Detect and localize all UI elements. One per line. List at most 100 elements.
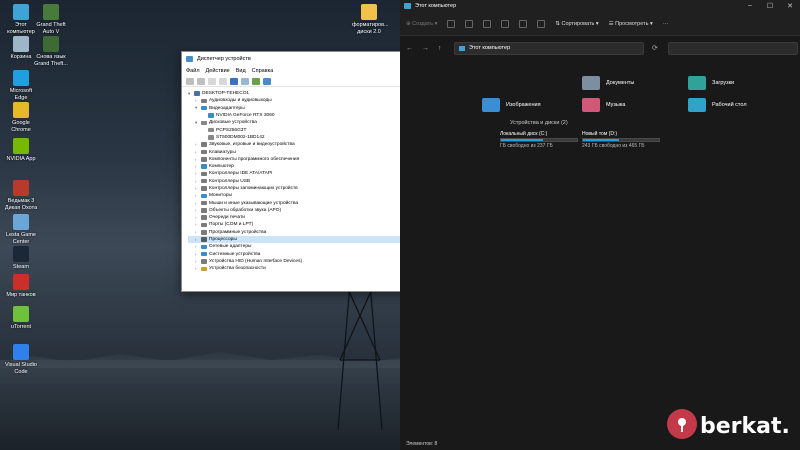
tree-node-label: Очереди печати [209, 215, 245, 221]
desktop-icon-label: Microsoft Edge [9, 88, 33, 101]
computer-icon [459, 45, 465, 51]
create-button[interactable]: ⊕ Создать ▾ [406, 21, 437, 27]
share-icon[interactable] [519, 19, 528, 28]
tree-node-label: Системные устройства [209, 251, 261, 257]
monitor-icon[interactable] [263, 77, 271, 85]
app-icon [13, 138, 29, 154]
address-bar[interactable]: Этот компьютер [454, 41, 644, 55]
desktop-icon[interactable]: uTorrent [4, 306, 38, 331]
tree-node-label: DESKTOP-TEHECO1 [202, 91, 250, 97]
back-icon[interactable] [186, 77, 194, 85]
drive-usage-fill [501, 139, 543, 141]
tree-node-label: Сетевые адаптеры [209, 244, 252, 250]
forward-arrow-icon[interactable]: → [422, 45, 430, 52]
desktop-icon-label: Этот компьютер [7, 22, 35, 35]
desktop-icon[interactable]: NVIDIA App [4, 138, 38, 163]
device-icon [201, 149, 207, 155]
computer-icon [404, 3, 411, 9]
scan-hardware-icon[interactable] [252, 77, 260, 85]
rename-icon[interactable] [501, 19, 510, 28]
maximize-button[interactable]: ☐ [760, 2, 780, 10]
more-button[interactable]: ··· [663, 21, 669, 27]
desktop-icon[interactable]: Снова язык Grand Theft... [34, 36, 68, 67]
device-icon [201, 208, 207, 213]
desktop-icon-label: Steam [13, 264, 29, 270]
desktop-icon[interactable]: Google Chrome [4, 102, 38, 133]
drive-item[interactable]: Локальный диск (C:) ГБ свободно из 237 ГБ [500, 131, 578, 149]
close-button[interactable]: ✕ [780, 2, 800, 10]
drives-header: Устройства и диски (2) [510, 120, 568, 126]
app-icon [13, 102, 29, 118]
desktop-icon[interactable]: Steam [4, 246, 38, 271]
forward-icon[interactable] [197, 77, 205, 85]
folder-icon [582, 76, 600, 90]
update-driver-icon[interactable] [241, 77, 249, 85]
delete-icon[interactable] [537, 19, 546, 28]
desktop-icon[interactable]: Ведьмак 3 Дикая Охота [4, 180, 38, 211]
folder-item[interactable]: Рабочий стол [688, 98, 747, 112]
folder-item[interactable]: Загрузки [688, 76, 734, 90]
tree-node-label: Устройства безопасности [209, 266, 266, 272]
device-icon [201, 266, 207, 272]
tree-node-label: Порты (COM и LPT) [209, 222, 254, 228]
desktop-icon[interactable]: Visual Studio Code [4, 344, 38, 375]
device-icon [201, 230, 207, 235]
folder-label: Документы [606, 80, 635, 86]
properties-icon[interactable] [208, 77, 216, 85]
desktop-icon[interactable]: Мир танков [4, 274, 38, 299]
minimize-button[interactable]: – [740, 2, 760, 10]
folder-item[interactable]: Музыка [582, 98, 625, 112]
desktop-icon[interactable]: Grand Theft Auto V [34, 4, 68, 35]
folder-icon [482, 98, 500, 112]
folder-item[interactable]: Документы [582, 76, 634, 90]
device-icon [201, 105, 207, 111]
desktop-icon[interactable]: Lesta Game Center [4, 214, 38, 245]
drive-name: Локальный диск (C:) [500, 131, 548, 137]
folder-icon [582, 98, 600, 112]
device-icon [194, 91, 200, 96]
menu-action[interactable]: Действие [206, 68, 230, 74]
up-arrow-icon[interactable]: ↑ [438, 45, 446, 52]
search-input[interactable] [668, 41, 798, 55]
app-icon [43, 4, 59, 20]
tree-node-label: Процессоры [209, 237, 237, 243]
explorer-titlebar[interactable]: Этот компьютер – ☐ ✕ [400, 0, 800, 12]
desktop-icon-label: Google Chrome [11, 120, 31, 133]
explorer-title: Этот компьютер [415, 3, 457, 9]
device-icon [201, 157, 207, 162]
list-icon[interactable] [219, 77, 227, 85]
folder-item[interactable]: Изображения [482, 98, 541, 112]
tree-node-label: Дисковые устройства [209, 120, 257, 126]
desktop-icon-label: Ведьмак 3 Дикая Охота [4, 198, 38, 211]
device-icon [201, 244, 207, 250]
refresh-icon[interactable]: ⟳ [652, 44, 660, 52]
drive-item[interactable]: Новый том (D:) 243 ГБ свободно из 465 ГБ [582, 131, 660, 149]
tree-node-label: Мыши и иные указывающие устройства [209, 200, 299, 206]
desktop-icon[interactable]: Этот компьютер [4, 4, 38, 35]
app-icon [13, 180, 29, 196]
menu-file[interactable]: Файл [186, 68, 200, 74]
command-bar: ⊕ Создать ▾ ⇅ Сортировать ▾ ☰ Просмотрет… [400, 12, 800, 36]
cut-icon[interactable] [447, 19, 456, 28]
view-button[interactable]: ☰ Просмотреть ▾ [609, 21, 653, 27]
folder-label: Рабочий стол [712, 102, 747, 108]
help-icon[interactable] [230, 77, 238, 85]
desktop-icon[interactable]: форматиров... диски 2.0 [352, 4, 389, 35]
device-icon [201, 142, 207, 147]
copy-icon[interactable] [465, 19, 474, 28]
desktop-icon[interactable]: Корзина [4, 36, 38, 61]
menu-view[interactable]: Вид [236, 68, 246, 74]
tree-node-label: NVIDIA GeForce RTX 3060 [216, 113, 275, 119]
drive-usage-fill [583, 139, 620, 141]
desktop-icon[interactable]: Microsoft Edge [4, 70, 38, 101]
device-icon [201, 193, 207, 199]
tree-node-label: Контроллеры USB [209, 178, 251, 184]
back-arrow-icon[interactable]: ← [406, 45, 414, 52]
device-icon [201, 237, 207, 242]
menu-help[interactable]: Справка [252, 68, 274, 74]
folder-label: Загрузки [712, 80, 735, 86]
tree-node-label: Компьютер [209, 164, 234, 170]
paste-icon[interactable] [483, 19, 492, 28]
sort-button[interactable]: ⇅ Сортировать ▾ [555, 21, 598, 27]
view-label: Просмотреть [615, 20, 649, 27]
